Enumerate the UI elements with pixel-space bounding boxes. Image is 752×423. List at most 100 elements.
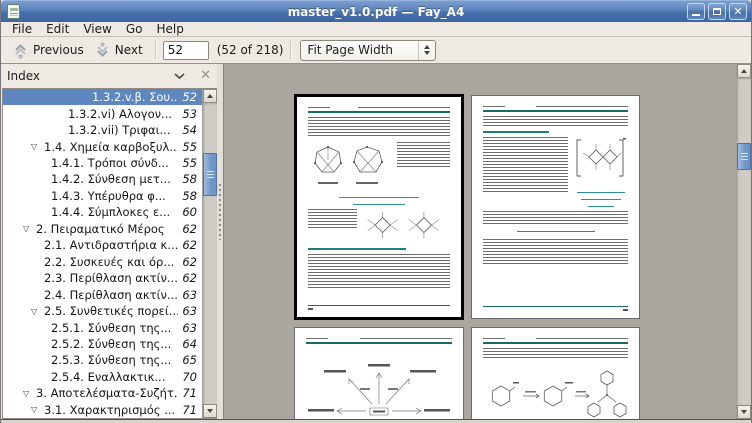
- toc-item[interactable]: 2.5.4. Εναλλακτικ...70: [3, 369, 202, 385]
- toc-item-label: 1.3.2.vi) Αλογον...: [68, 107, 178, 121]
- menu-edit[interactable]: Edit: [39, 22, 76, 36]
- toc-item-page: 63: [178, 304, 202, 318]
- maximize-button[interactable]: [708, 3, 726, 20]
- scroll-thumb[interactable]: [203, 153, 217, 196]
- page-thumbnail-53[interactable]: [471, 95, 640, 319]
- toc-item[interactable]: 2.5.3. Σύνθεση της...65: [3, 352, 202, 368]
- pages-canvas[interactable]: [224, 64, 736, 419]
- scroll-up-button[interactable]: [203, 89, 217, 103]
- document-viewer: [223, 64, 751, 419]
- page-thumbnail-55[interactable]: [471, 327, 640, 419]
- toc-item[interactable]: 1.4.4. Σύμπλοκες ε...60: [3, 204, 202, 220]
- toc-item-page: 64: [178, 337, 202, 351]
- menu-help[interactable]: Help: [149, 22, 190, 36]
- toc-item-label: 2.2. Συσκευές και όρ...: [44, 255, 178, 269]
- next-page-button[interactable]: Next: [89, 40, 148, 61]
- toc-item[interactable]: ▽2.5. Συνθετικές πορεί...63: [3, 303, 202, 319]
- menu-go[interactable]: Go: [119, 22, 150, 36]
- page-number-input[interactable]: [163, 41, 209, 60]
- menu-view[interactable]: View: [76, 22, 118, 36]
- toc-item[interactable]: 2.4. Περίθλαση ακτίν...63: [3, 286, 202, 302]
- toc-item[interactable]: 2.5.1. Σύνθεση της...63: [3, 319, 202, 335]
- page-thumbnail-54[interactable]: [294, 327, 464, 419]
- toc-item[interactable]: ▽1.4. Χημεία καρβοξυλ...55: [3, 138, 202, 154]
- scroll-down-button[interactable]: [203, 404, 217, 418]
- zoom-level-value: Fit Page Width: [301, 43, 418, 57]
- previous-page-button[interactable]: Previous: [7, 40, 89, 61]
- toc-item-label: 2.3. Περίθλαση ακτίν...: [44, 271, 178, 285]
- toc-item-label: 2.1. Αντιδραστήρια κ...: [44, 238, 178, 252]
- main-scrollbar[interactable]: [736, 64, 751, 419]
- figure-cage-structures: [308, 142, 390, 188]
- toc-item-page: 62: [178, 222, 202, 236]
- toc-item-label: 1.4.2. Σύνθεση μετ...: [51, 172, 178, 186]
- subsection-heading: [483, 131, 549, 133]
- titlebar[interactable]: master_v1.0.pdf — Fay_A4 ✕: [1, 0, 751, 22]
- minimize-button[interactable]: [687, 3, 705, 20]
- window-bottom-edge: [1, 419, 751, 423]
- sidebar-header: Index ✕: [1, 64, 217, 88]
- subsection-heading: [308, 248, 406, 250]
- content-area: Index ✕ 1.3.2.v.β. Σου...521.3.2.vi) Αλο…: [1, 64, 751, 419]
- pane-splitter[interactable]: [217, 64, 223, 419]
- menubar: File Edit View Go Help: [1, 22, 751, 37]
- sidebar-mode-select[interactable]: Index: [7, 69, 173, 83]
- scroll-track[interactable]: [737, 78, 751, 405]
- toc-item[interactable]: 1.4.3. Υπέρυθρα φ...58: [3, 188, 202, 204]
- toc-item-label: 2.5.2. Σύνθεση της...: [51, 337, 178, 351]
- chevron-down-icon[interactable]: [173, 72, 186, 80]
- toc-item[interactable]: 2.2. Συσκευές και όρ...62: [3, 254, 202, 270]
- toc-item[interactable]: 1.4.2. Σύνθεση μετ...58: [3, 171, 202, 187]
- toc-item-label: 1.3.2.vii) Τριφαι...: [68, 123, 178, 137]
- sidebar-scrollbar[interactable]: [202, 89, 217, 418]
- toc-item-page: 62: [178, 255, 202, 269]
- menu-file[interactable]: File: [5, 22, 39, 36]
- expander-icon[interactable]: ▽: [23, 224, 36, 233]
- toc-item-page: 62: [178, 271, 202, 285]
- toc-item[interactable]: ▽3.1. Χαρακτηρισμός ...71: [3, 402, 202, 418]
- page-count-label: (52 of 218): [217, 43, 284, 57]
- toc-item-label: 3.1. Χαρακτηρισμός ...: [44, 403, 178, 417]
- toc-item-label: 2.4. Περίθλαση ακτίν...: [44, 288, 178, 302]
- toc-item-page: 55: [178, 156, 202, 170]
- scroll-thumb[interactable]: [737, 143, 751, 170]
- expander-icon[interactable]: ▽: [31, 307, 44, 316]
- expander-icon[interactable]: ▽: [23, 389, 36, 398]
- toc-item[interactable]: 2.1. Αντιδραστήρια κ...62: [3, 237, 202, 253]
- go-down-icon: [94, 42, 111, 59]
- toc-item-label: 2.5.3. Σύνθεση της...: [51, 353, 178, 367]
- toc-tree: 1.3.2.v.β. Σου...521.3.2.vi) Αλογον...53…: [3, 89, 202, 418]
- previous-label: Previous: [33, 43, 84, 57]
- application-window: master_v1.0.pdf — Fay_A4 ✕ File Edit Vie…: [0, 0, 752, 423]
- page-thumbnail-52[interactable]: [294, 94, 464, 320]
- scroll-track[interactable]: [203, 103, 217, 404]
- toc-item[interactable]: ▽2. Πειραματικό Μέρος62: [3, 221, 202, 237]
- next-label: Next: [115, 43, 143, 57]
- expander-icon[interactable]: ▽: [31, 142, 44, 151]
- toc-item[interactable]: 1.4.1. Τρόποι σύνδ...55: [3, 155, 202, 171]
- expander-icon[interactable]: ▽: [31, 405, 44, 414]
- scroll-down-button[interactable]: [737, 405, 751, 419]
- minimize-icon: [692, 14, 700, 16]
- toc-item-label: 2.5.4. Εναλλακτικ...: [51, 370, 178, 384]
- toc-item[interactable]: 1.3.2.v.β. Σου...52: [3, 89, 202, 105]
- toc-item[interactable]: 2.3. Περίθλαση ακτίν...62: [3, 270, 202, 286]
- sidebar: Index ✕ 1.3.2.v.β. Σου...521.3.2.vi) Αλο…: [1, 64, 217, 419]
- spinner-icon: [418, 41, 435, 60]
- figure-anion-structure: [574, 137, 626, 179]
- toc-item-label: 1.4.4. Σύμπλοκες ε...: [51, 205, 178, 219]
- toc-item[interactable]: 1.3.2.vi) Αλογον...53: [3, 105, 202, 121]
- toc-item-label: 1.3.2.v.β. Σου...: [92, 90, 178, 104]
- toc-item-page: 54: [178, 123, 202, 137]
- scroll-up-button[interactable]: [737, 64, 751, 78]
- sidebar-close-button[interactable]: ✕: [200, 70, 211, 82]
- toc-item[interactable]: 2.5.2. Σύνθεση της...64: [3, 336, 202, 352]
- toc-item-label: 2. Πειραματικό Μέρος: [36, 222, 178, 236]
- toc-item-page: 63: [178, 321, 202, 335]
- window-title: master_v1.0.pdf — Fay_A4: [1, 5, 751, 19]
- zoom-level-select[interactable]: Fit Page Width: [300, 40, 436, 61]
- toc-item[interactable]: ▽3. Αποτελέσματα-Συζήτ...71: [3, 385, 202, 401]
- close-button[interactable]: ✕: [729, 3, 747, 20]
- toc-item-label: 1.4.3. Υπέρυθρα φ...: [51, 189, 178, 203]
- toc-item[interactable]: 1.3.2.vii) Τριφαι...54: [3, 122, 202, 138]
